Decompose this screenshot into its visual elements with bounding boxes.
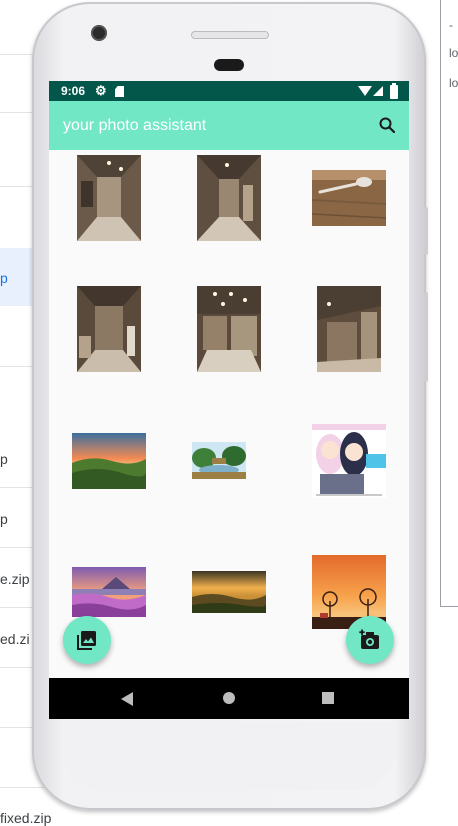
side-panel-text: lo bbox=[449, 46, 458, 60]
list-item[interactable]: p bbox=[0, 511, 8, 527]
photo-room-hallway-3[interactable] bbox=[77, 286, 141, 372]
gallery-icon bbox=[77, 631, 96, 650]
list-item[interactable]: ed.zi bbox=[0, 631, 30, 647]
home-icon[interactable] bbox=[223, 692, 235, 704]
list-item[interactable]: p bbox=[0, 451, 8, 467]
front-camera bbox=[91, 25, 107, 41]
list-item[interactable]: fixed.zip bbox=[0, 810, 51, 826]
signal-icon bbox=[373, 86, 383, 96]
gear-icon: ⚙ bbox=[95, 83, 107, 98]
sd-card-icon bbox=[115, 86, 124, 97]
volume-button bbox=[424, 292, 428, 382]
speaker-grille bbox=[191, 31, 269, 39]
list-item[interactable]: e.zip bbox=[0, 571, 30, 587]
open-gallery-button[interactable] bbox=[63, 616, 111, 664]
photo-spoon-on-table[interactable] bbox=[312, 170, 386, 226]
status-time: 9:06 bbox=[61, 84, 86, 98]
recents-icon[interactable] bbox=[322, 692, 334, 704]
search-icon[interactable] bbox=[379, 117, 395, 133]
phone-chin bbox=[62, 722, 396, 790]
photo-golden-hills[interactable] bbox=[192, 571, 266, 613]
status-bar: 9:06 ⚙ bbox=[49, 81, 409, 101]
photo-garden-pond[interactable] bbox=[192, 442, 246, 479]
navigation-bar bbox=[49, 678, 409, 719]
photo-anime-poster[interactable] bbox=[312, 424, 386, 498]
side-panel-text: lo bbox=[449, 76, 458, 90]
photo-lavender-field-mountain[interactable] bbox=[72, 567, 146, 617]
side-panel: - lo lo bbox=[440, 0, 458, 607]
battery-icon bbox=[390, 83, 398, 99]
app-screen: 9:06 ⚙ your photo assistant bbox=[49, 81, 409, 719]
photo-room-hallway-2[interactable] bbox=[197, 155, 261, 241]
photo-room-corner[interactable] bbox=[317, 286, 381, 372]
side-panel-text: - bbox=[449, 18, 453, 32]
take-photo-button[interactable] bbox=[346, 616, 394, 664]
wifi-icon bbox=[358, 86, 372, 96]
list-item[interactable]: p bbox=[0, 270, 8, 286]
proximity-sensor bbox=[214, 59, 244, 71]
app-title: your photo assistant bbox=[63, 117, 207, 134]
app-bar: your photo assistant bbox=[49, 101, 409, 150]
add-camera-icon bbox=[359, 629, 379, 649]
photo-room-hallway-1[interactable] bbox=[77, 155, 141, 241]
photo-sunset-valley[interactable] bbox=[72, 433, 146, 489]
back-icon[interactable] bbox=[121, 692, 133, 706]
photo-grid bbox=[49, 150, 409, 680]
power-button bbox=[424, 207, 428, 255]
photo-kitchen-ceiling-lights[interactable] bbox=[197, 286, 261, 372]
